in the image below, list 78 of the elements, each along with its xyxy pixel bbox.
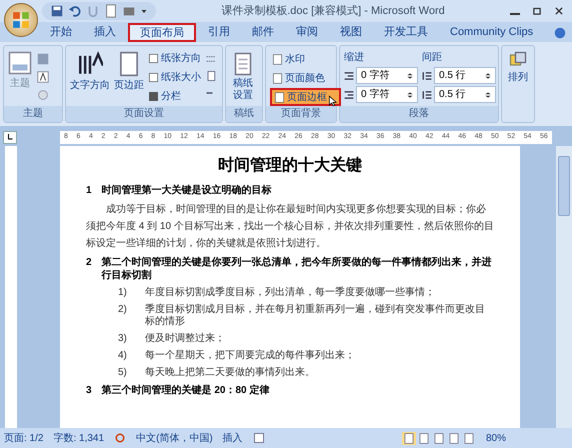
heading-number: 3: [86, 384, 92, 397]
window-title: 课件录制模板.doc [兼容模式] - Microsoft Word: [220, 4, 446, 19]
body-paragraph: 成功等于目标，时间管理的目的是让你在最短时间内实现更多你想要实现的目标；你必须把今年度 4 到 10 个目标写出来，找出一个核心目标，并依次排列重要性，然后依照你的目标设定一些详细的计划，你的关键就是依照计划进行。: [86, 202, 494, 251]
language-indicator[interactable]: 中文(简体，中国): [136, 430, 213, 446]
proofing-icon: [114, 432, 126, 444]
cursor-icon: [328, 94, 339, 108]
spin-field[interactable]: 0.5 行: [434, 67, 496, 84]
ribbon-big-button[interactable]: 文字方向: [70, 50, 110, 93]
list-number: 3): [118, 333, 127, 345]
themes-icon: [8, 50, 32, 76]
list-item-text: 季度目标切割成月目标，并在每月初重新再列一遍，碰到有突发事件而更改目标的情形: [144, 304, 486, 328]
insert-mode[interactable]: 插入: [222, 430, 243, 446]
ribbon-menu-button[interactable]: 页面颜色: [270, 69, 341, 87]
ribbon-tab[interactable]: Community Clips: [440, 23, 544, 42]
list-number: 1): [118, 287, 127, 299]
help-icon: [554, 27, 566, 39]
group-label: 页面设置: [66, 106, 222, 122]
list-item-text: 每天晚上把第二天要做的事情列出来。: [144, 367, 315, 379]
ribbon-menu-button[interactable]: 分栏: [148, 88, 201, 105]
office-logo-icon: [12, 11, 30, 29]
ribbon-tab[interactable]: 邮件: [242, 23, 284, 42]
indent-label: 缩进: [344, 50, 365, 65]
arrange-button[interactable]: 排列: [508, 50, 528, 85]
maximize-icon: [532, 6, 542, 16]
ribbon-tab[interactable]: 插入: [84, 23, 126, 42]
spin-field[interactable]: 0 字符: [356, 67, 418, 84]
spacing-label: 间距: [422, 51, 443, 65]
close-icon: [554, 6, 564, 16]
heading-text: 第二个时间管理的关键是你要列一张总清单，把今年所要做的每一件事情都列出来，并进行目标切割: [102, 256, 493, 282]
ribbon-menu-button[interactable]: 纸张方向: [148, 50, 201, 67]
undo-icon: [68, 4, 82, 18]
space-after-icon: [422, 90, 432, 100]
heading-text: 时间管理第一大关键是设立明确的目标: [102, 184, 272, 197]
right-indent-icon: [344, 90, 354, 100]
tab-stop-icon: [6, 133, 14, 141]
group-label: 页面背景: [266, 106, 336, 122]
document-title: 时间管理的十大关键: [217, 155, 363, 176]
dropdown-icon: [140, 7, 148, 15]
save-icon: [50, 4, 64, 18]
spin-field[interactable]: 0 字符: [356, 86, 418, 103]
group-label: 主题: [4, 106, 62, 122]
colors-icon: [36, 52, 50, 66]
document-icon: [104, 4, 118, 18]
group-label: 段落: [340, 106, 498, 122]
ribbon-tab[interactable]: 审阅: [286, 23, 328, 42]
zoom-level[interactable]: 80%: [486, 430, 506, 446]
list-number: 5): [118, 367, 127, 379]
ribbon-tab[interactable]: 引用: [198, 23, 240, 42]
ribbon-menu-button[interactable]: 水印: [270, 50, 341, 68]
minimize-icon: [510, 13, 520, 15]
ribbon-big-button[interactable]: 页边距: [114, 50, 144, 93]
fonts-icon: [36, 70, 50, 84]
list-number: 2): [118, 304, 127, 317]
page-count[interactable]: 页面: 1/2: [4, 430, 44, 446]
group-label: 稿纸: [226, 106, 262, 122]
effects-icon: [36, 88, 50, 102]
print-layout-icon: [402, 432, 416, 444]
ribbon-tab[interactable]: 页面布局: [128, 23, 196, 42]
word-count[interactable]: 字数: 1,341: [53, 430, 104, 446]
ribbon-menu-button[interactable]: 页面边框: [270, 88, 341, 106]
ribbon-tab[interactable]: 视图: [330, 23, 372, 42]
heading-number: 1: [86, 184, 92, 197]
page-border-icon: [274, 92, 285, 102]
heading-number: 2: [86, 256, 92, 270]
tab-selector[interactable]: [3, 130, 17, 144]
list-item-text: 年度目标切割成季度目标，列出清单，每一季度要做哪一些事情；: [144, 287, 435, 299]
ribbon-menu-button[interactable]: 纸张大小: [148, 69, 201, 86]
space-before-icon: [422, 70, 432, 80]
left-indent-icon: [344, 70, 354, 80]
list-item-text: 每一个星期天，把下周要完成的每件事列出来；: [144, 350, 355, 362]
list-item-text: 便及时调整过来；: [144, 333, 225, 345]
spin-field[interactable]: 0.5 行: [434, 86, 496, 103]
ribbon-tab[interactable]: 开始: [40, 23, 82, 42]
manuscript-settings-button[interactable]: 稿纸设置: [230, 50, 256, 102]
office-button[interactable]: [4, 3, 38, 37]
ribbon-tab[interactable]: 开发工具: [374, 23, 438, 42]
list-number: 4): [118, 350, 127, 362]
heading-text: 第三个时间管理的关键是 20：80 定律: [102, 384, 270, 397]
